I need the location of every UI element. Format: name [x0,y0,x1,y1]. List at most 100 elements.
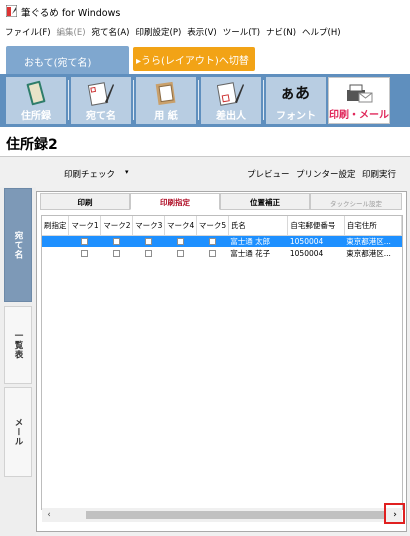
col-name[interactable]: 氏名 [228,216,289,236]
col-address[interactable]: 自宅住所 [344,216,402,236]
table-row[interactable]: 富士通 花子 1050004 東京都港区... [42,247,402,259]
print-subtoolbar: 印刷チェック ▾ プレビュー プリンター設定 印刷実行 [0,157,410,187]
mark5-cell[interactable] [196,247,228,259]
mark-checkbox[interactable] [176,250,184,257]
print-mail-label: 印刷・メール [329,110,389,121]
mark-checkbox[interactable] [113,250,121,257]
mode-tabs: おもて(宛て名) ▸うら(レイアウト)へ切替 [0,42,410,74]
print-flag-cell[interactable] [42,235,69,247]
mark2-cell[interactable] [100,235,133,247]
addressee-label: 宛て名 [86,111,116,122]
col-mark3[interactable]: マーク3 [132,216,165,236]
name-cell[interactable]: 富士通 太郎 [228,235,288,247]
side-tab-addressee[interactable]: 宛て名 [4,188,32,302]
scroll-thumb[interactable] [86,511,386,519]
scroll-left-icon[interactable]: ‹ [42,508,56,522]
side-tab-panel: 宛て名 一覧表 メール [0,187,36,536]
window-title: 筆ぐるめ for Windows [21,8,121,19]
mark1-cell[interactable] [69,247,101,259]
mark1-cell[interactable] [68,235,101,247]
paper-icon [155,81,176,106]
mark-checkbox[interactable] [208,250,216,257]
paper-button[interactable]: 用 紙 [136,77,196,124]
col-mark2[interactable]: マーク2 [100,216,134,236]
mark5-cell[interactable] [196,235,229,247]
tab-print[interactable]: 印刷 [40,193,130,210]
mark2-cell[interactable] [101,247,133,259]
postcard-edit-icon [87,82,114,106]
mark3-cell[interactable] [132,235,165,247]
mark-checkbox[interactable] [208,238,216,246]
toolbar-divider [133,80,134,120]
mark-checkbox[interactable] [113,238,121,246]
name-cell[interactable]: 富士通 花子 [228,247,288,259]
print-mail-button[interactable]: 印刷・メール [328,77,390,124]
mark-checkbox[interactable] [81,238,89,246]
printer-mail-icon [347,84,373,103]
preview-button[interactable]: プレビュー [247,168,290,180]
menu-file[interactable]: ファイル(F) [4,22,56,42]
sender-button[interactable]: 差出人 [201,77,261,124]
toolbar-divider [198,80,199,120]
paper-label: 用 紙 [154,111,178,122]
address-cell[interactable]: 東京都港区... [344,247,401,259]
tab-sticker-settings[interactable]: タックシール設定 [310,193,402,210]
printer-settings-button[interactable]: プリンター設定 [296,168,356,180]
col-print-spec[interactable]: 刷指定 [42,216,70,236]
tab-print-spec[interactable]: 印刷指定 [130,193,220,210]
font-label: フォント [276,111,316,122]
address-table: 刷指定 マーク1 マーク2 マーク3 マーク4 マーク5 氏名 自宅郵便番号 自… [42,216,402,259]
col-mark1[interactable]: マーク1 [68,216,102,236]
menu-navi[interactable]: ナビ(N) [265,22,301,42]
mark3-cell[interactable] [133,247,165,259]
col-zip[interactable]: 自宅郵便番号 [287,216,345,236]
menu-print-settings[interactable]: 印刷設定(P) [135,22,187,42]
print-execute-button[interactable]: 印刷実行 [362,168,396,180]
col-mark4[interactable]: マーク4 [164,216,197,236]
menu-view[interactable]: 表示(V) [186,22,221,42]
address-book-button[interactable]: 住所録 [6,77,66,124]
chevron-down-icon[interactable]: ▾ [125,168,129,176]
col-mark5[interactable]: マーク5 [196,216,229,236]
sender-card-icon [217,82,244,106]
menu-tools[interactable]: ツール(T) [222,22,265,42]
mark-checkbox[interactable] [145,250,153,257]
zip-cell[interactable]: 1050004 [288,247,344,259]
zip-cell[interactable]: 1050004 [287,235,345,247]
main-toolbar: 住所録 宛て名 用 紙 差出人 ぁあ フォント 印刷・メール [0,74,410,127]
toolbar-divider [68,80,69,120]
menu-bar: ファイル(F) 編集(E) 宛て名(A) 印刷設定(P) 表示(V) ツール(T… [0,22,410,42]
address-book-icon [26,80,46,106]
table-row[interactable]: 富士通 太郎 1050004 東京都港区... [42,235,402,247]
tab-front-addressee[interactable]: おもて(宛て名) [6,46,129,74]
mark4-cell[interactable] [164,247,196,259]
address-grid: 刷指定 マーク1 マーク2 マーク3 マーク4 マーク5 氏名 自宅郵便番号 自… [41,215,403,510]
menu-edit[interactable]: 編集(E) [56,22,91,42]
sender-label: 差出人 [216,111,246,122]
menu-addressee[interactable]: 宛て名(A) [91,22,135,42]
horizontal-scrollbar[interactable]: ‹ › [42,508,402,522]
mark-checkbox[interactable] [176,238,184,246]
address-book-label: 住所録 [21,111,51,122]
side-tab-list[interactable]: 一覧表 [4,306,32,384]
side-tab-mail[interactable]: メール [4,387,32,477]
title-bar: 筆ぐるめ for Windows [0,0,410,22]
address-book-title: 住所録2 [6,137,58,153]
address-cell[interactable]: 東京都港区... [344,235,402,247]
table-header-row: 刷指定 マーク1 マーク2 マーク3 マーク4 マーク5 氏名 自宅郵便番号 自… [42,216,402,236]
app-icon [6,5,17,17]
addressee-button[interactable]: 宛て名 [71,77,131,124]
tab-position-adjust[interactable]: 位置補正 [220,193,310,210]
print-flag-cell[interactable] [42,247,69,259]
mark4-cell[interactable] [164,235,197,247]
mark-checkbox[interactable] [145,238,153,246]
highlight-box [384,503,405,524]
print-settings-tabs: 印刷 印刷指定 位置補正 タックシール設定 [38,193,404,210]
menu-help[interactable]: ヘルプ(H) [301,22,346,42]
font-button[interactable]: ぁあ フォント [266,77,326,124]
print-check-dropdown[interactable]: 印刷チェック [64,168,115,180]
toolbar-divider [263,80,264,120]
switch-to-back-button[interactable]: ▸うら(レイアウト)へ切替 [133,47,255,71]
font-icon: ぁあ [280,84,311,102]
mark-checkbox[interactable] [81,250,89,257]
